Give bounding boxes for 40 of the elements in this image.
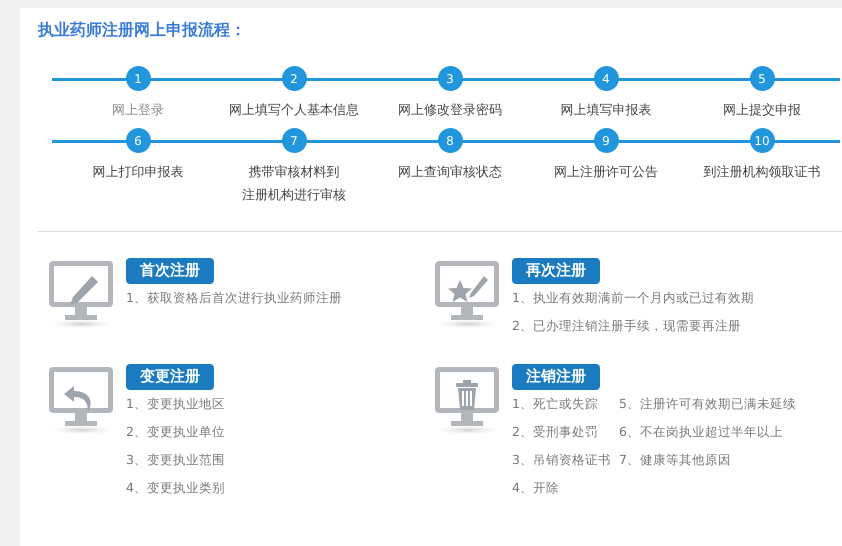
step-label: 网上打印申报表 [92,164,184,182]
step-number: 4 [594,66,618,91]
list-item: 5、注册许可有效期已满未延续 [618,395,796,413]
step-label: 网上登录 [112,102,164,120]
list-item: 1、变更执业地区 [126,395,225,413]
step-label: 注册机构进行审核 [242,187,346,205]
step-label: 网上查询审核状态 [398,164,502,182]
step-number: 8 [438,128,462,153]
list-item: 1、获取资格后首次进行执业药师注册 [126,289,342,307]
step-label: 网上填写个人基本信息 [229,102,359,120]
step-number: 1 [126,66,150,91]
list-item: 3、吊销资格证书 [512,451,611,469]
step-number: 6 [126,128,150,153]
section-title: 注销注册 [512,364,600,390]
list-item: 2、已办理注销注册手续，现需要再注册 [512,317,742,335]
list-item: 4、变更执业类别 [126,479,225,497]
list-item: 1、死亡或失踪 [512,395,599,413]
step-number: 5 [750,66,774,91]
list-item: 4、开除 [512,479,560,497]
list-item: 1、执业有效期满前一个月内或已过有效期 [512,289,754,307]
step-label: 到注册机构领取证书 [704,164,820,182]
list-item: 3、变更执业范围 [126,451,225,469]
step-label: 网上提交申报 [723,102,801,120]
list-item: 7、健康等其他原因 [618,451,732,469]
list-item: 2、受刑事处罚 [512,423,599,441]
list-item: 6、不在岗执业超过半年以上 [618,423,784,441]
step-label: 网上注册许可公告 [554,164,658,182]
step-number: 2 [282,66,306,91]
step-number: 9 [594,128,618,153]
step-label: 网上修改登录密码 [398,102,502,120]
step-number: 7 [282,128,306,153]
section-title: 首次注册 [126,258,214,284]
list-item: 2、变更执业单位 [126,423,225,441]
step-label: 网上填写申报表 [560,102,652,120]
step-label: 携带审核材料到 [248,164,340,182]
step-number: 10 [750,128,774,153]
step-number: 3 [438,66,462,91]
section-title: 变更注册 [126,364,214,390]
page-title: 执业药师注册网上申报流程： [38,20,247,41]
section-title: 再次注册 [512,258,600,284]
